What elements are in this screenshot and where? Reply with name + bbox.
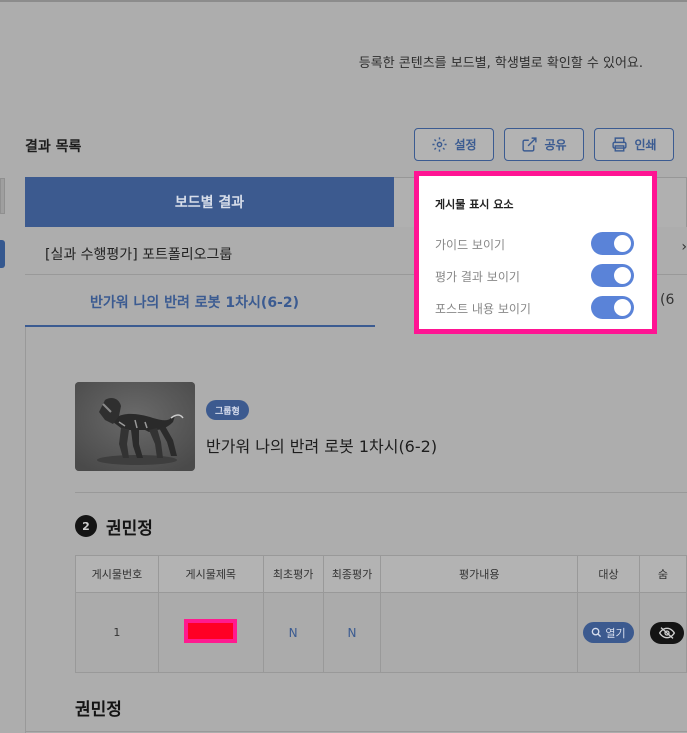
printer-icon: [612, 137, 628, 152]
tab-board-results[interactable]: 보드별 결과: [25, 177, 394, 227]
redacted-title-highlight[interactable]: [184, 619, 238, 643]
cell-hide: [638, 592, 687, 673]
post-title: 반가워 나의 반려 로봇 1차시(6-2): [206, 437, 438, 456]
subtab-next-fragment[interactable]: (6: [660, 292, 674, 308]
final-eval-value[interactable]: N: [348, 626, 357, 640]
cell-first-eval: N: [262, 592, 324, 673]
share-label: 공유: [544, 138, 567, 152]
option-guide-label: 가이드 보이기: [435, 238, 506, 252]
subtab-board[interactable]: 반가워 나의 반려 로봇 1차시(6-2): [25, 275, 375, 327]
first-eval-value[interactable]: N: [289, 626, 298, 640]
group-title: [실과 수행평가] 포트폴리오그룹: [45, 247, 233, 263]
student-number-badge: 2: [75, 515, 97, 537]
table-row: 1 N N 열기: [75, 592, 687, 673]
share-button[interactable]: 공유: [504, 128, 584, 161]
group-more-icon[interactable]: ›: [681, 239, 687, 255]
top-border: [0, 0, 687, 2]
header-post-title: 게시물제목: [157, 555, 264, 593]
subtab-label: 반가워 나의 반려 로봇 1차시(6-2): [90, 295, 300, 311]
display-options-popup: 게시물 표시 요소 가이드 보이기 평가 결과 보이기 포스트 내용 보이기: [414, 171, 657, 334]
settings-label: 설정: [454, 138, 477, 152]
hide-toggle-button[interactable]: [649, 621, 684, 644]
post-thumbnail: [75, 382, 195, 471]
settings-button[interactable]: 설정: [414, 128, 494, 161]
results-table: 게시물번호 게시물제목 최초평가 최종평가 평가내용 대상 숨 1 N N 열기: [75, 555, 687, 673]
app-frame: 등록한 콘텐츠를 보드별, 학생별로 확인할 수 있어요. 결과 목록 설정 공…: [0, 0, 687, 733]
cell-eval-content: [380, 592, 579, 673]
popup-title: 게시물 표시 요소: [435, 198, 514, 211]
next-student-name: 권민정: [75, 700, 122, 720]
external-link-icon: [522, 137, 538, 152]
divider: [75, 492, 687, 493]
header-final-eval: 최종평가: [322, 555, 382, 593]
results-title: 결과 목록: [25, 139, 82, 155]
option-eval-result-label: 평가 결과 보이기: [435, 270, 520, 284]
student-name: 권민정: [106, 519, 153, 539]
cell-post-number: 1: [75, 592, 159, 673]
open-label: 열기: [605, 626, 626, 640]
header-eval-content: 평가내용: [380, 555, 579, 593]
redacted-title: [188, 623, 234, 639]
header-target: 대상: [577, 555, 640, 593]
open-button[interactable]: 열기: [583, 622, 634, 643]
eye-off-icon: [658, 626, 675, 639]
content-left-border: [25, 327, 26, 733]
page-description: 등록한 콘텐츠를 보드별, 학생별로 확인할 수 있어요.: [358, 56, 643, 71]
option-eval-result-toggle[interactable]: [591, 264, 634, 287]
table-header-row: 게시물번호 게시물제목 최초평가 최종평가 평가내용 대상 숨: [75, 555, 687, 593]
search-icon: [592, 627, 602, 638]
gear-icon: [432, 137, 448, 152]
print-button[interactable]: 인쇄: [594, 128, 674, 161]
header-first-eval: 최초평가: [262, 555, 324, 593]
option-post-content-label: 포스트 내용 보이기: [435, 302, 531, 316]
post-type-badge: 그룹형: [206, 400, 249, 420]
cell-post-title: [157, 592, 264, 673]
cell-final-eval: N: [322, 592, 382, 673]
print-label: 인쇄: [634, 138, 657, 152]
left-side-panel-edge: [0, 178, 5, 214]
option-guide-toggle[interactable]: [591, 232, 634, 255]
header-post-number: 게시물번호: [75, 555, 159, 593]
left-side-active-indicator: [0, 240, 5, 268]
cell-target: 열기: [577, 592, 640, 673]
header-hide: 숨: [638, 555, 687, 593]
bottom-divider: [25, 731, 687, 732]
option-post-content-toggle[interactable]: [591, 296, 634, 319]
robot-dog-image: [75, 382, 195, 471]
